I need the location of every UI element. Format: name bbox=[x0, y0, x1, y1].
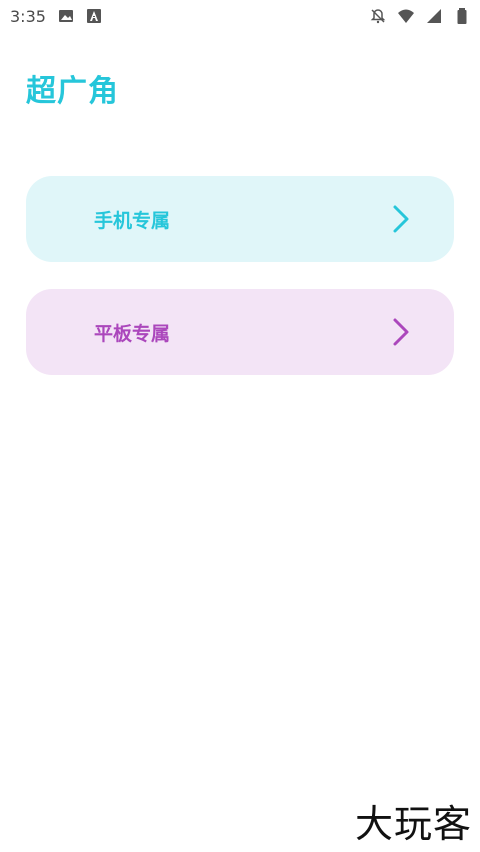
phone-exclusive-card[interactable]: 手机专属 bbox=[26, 176, 454, 262]
page-title: 超广角 bbox=[26, 74, 119, 109]
chevron-right-icon bbox=[393, 205, 409, 233]
status-time: 3:35 bbox=[10, 6, 46, 26]
phone-exclusive-label: 手机专属 bbox=[94, 209, 171, 232]
tablet-exclusive-card[interactable]: 平板专属 bbox=[26, 289, 454, 375]
status-right bbox=[370, 8, 470, 24]
watermark: 大玩客 bbox=[354, 802, 472, 846]
chevron-right-icon bbox=[393, 318, 409, 346]
signal-icon bbox=[427, 9, 441, 23]
status-left: 3:35 bbox=[10, 7, 102, 26]
image-icon bbox=[58, 10, 73, 22]
status-bar: 3:35 bbox=[0, 0, 480, 32]
tablet-exclusive-label: 平板专属 bbox=[94, 322, 171, 345]
wifi-icon bbox=[398, 9, 414, 23]
battery-icon bbox=[457, 8, 467, 24]
notifications-off-icon bbox=[370, 9, 386, 24]
a-icon bbox=[86, 9, 101, 23]
